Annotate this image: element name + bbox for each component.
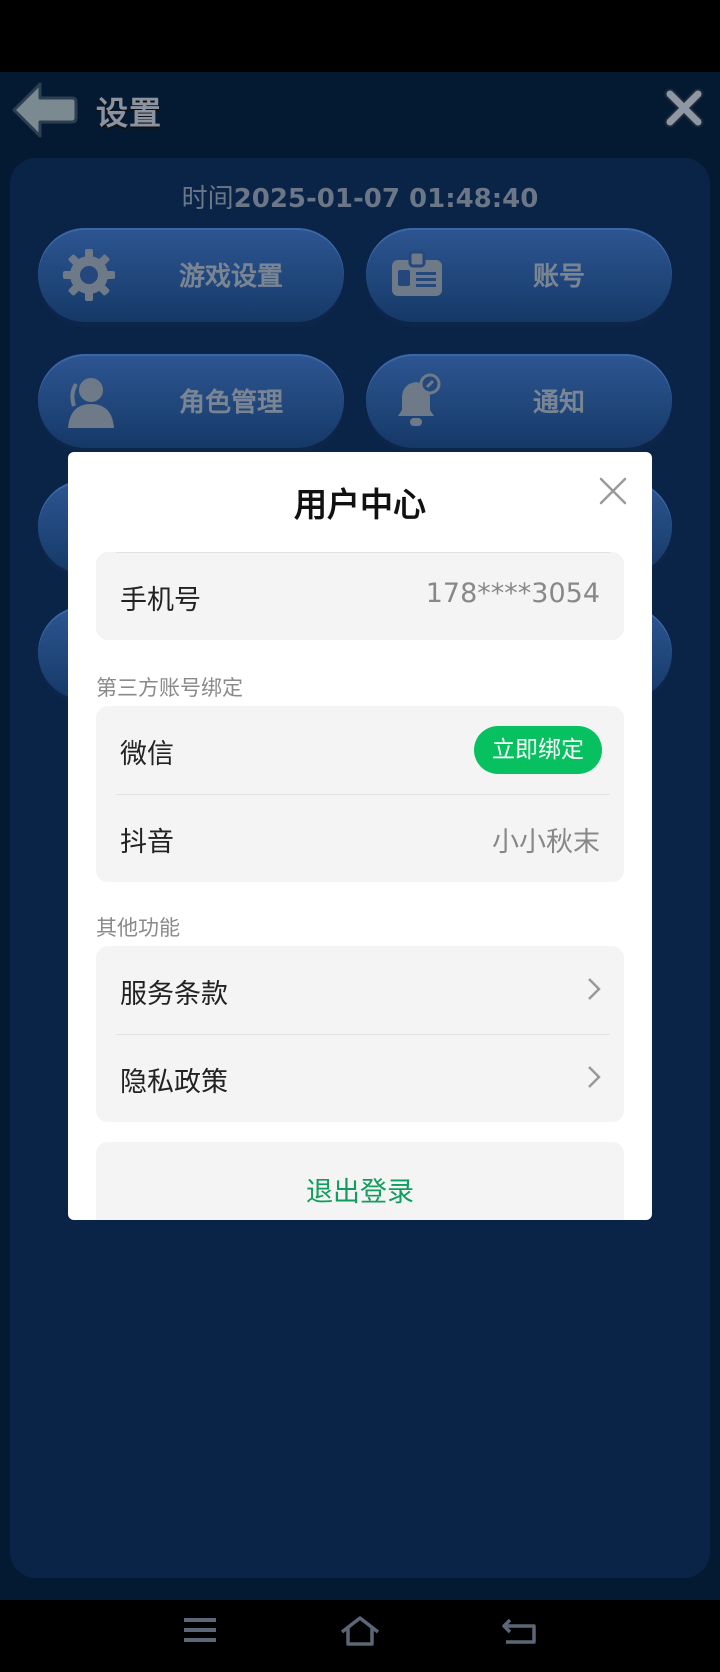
time-label: 时间 <box>181 184 234 214</box>
logout-button[interactable]: 退出登录 <box>96 1142 624 1220</box>
game-settings-label: 游戏设置 <box>178 262 283 292</box>
phone-value: 178****3054 <box>425 578 600 609</box>
bind-wechat-button[interactable]: 立即绑定 <box>474 726 602 774</box>
chevron-right-icon <box>588 978 601 1000</box>
id-card-icon <box>392 250 442 296</box>
top-bar: 设置 <box>0 72 720 152</box>
gear-icon <box>63 249 115 301</box>
role-management-button[interactable]: 角色管理 <box>38 354 344 448</box>
back-arrow-icon[interactable] <box>10 80 78 140</box>
third-party-section-label: 第三方账号绑定 <box>96 676 243 700</box>
game-settings-button[interactable]: 游戏设置 <box>38 228 344 322</box>
dialog-title: 用户中心 <box>294 485 426 524</box>
user-center-dialog: 用户中心 手机号 178****3054 第三方账号绑定 微信 立即绑定 抖音 … <box>68 452 652 1220</box>
chevron-right-icon <box>588 1066 601 1088</box>
home-icon[interactable] <box>340 1614 380 1646</box>
person-icon <box>68 378 114 428</box>
close-icon[interactable] <box>598 476 628 506</box>
notification-button[interactable]: 通知 <box>366 354 672 448</box>
phone-row: 手机号 178****3054 <box>96 552 624 640</box>
menu-icon[interactable] <box>180 1614 220 1646</box>
role-management-label: 角色管理 <box>178 388 283 418</box>
terms-row[interactable]: 服务条款 <box>96 946 624 1034</box>
douyin-row: 抖音 小小秋末 <box>96 794 624 882</box>
time-value: 2025-01-07 01:48:40 <box>233 184 539 214</box>
account-button[interactable]: 账号 <box>366 228 672 322</box>
status-bar <box>0 0 720 72</box>
douyin-label: 抖音 <box>120 827 174 858</box>
other-functions-section-label: 其他功能 <box>96 916 180 940</box>
phone-label: 手机号 <box>120 585 201 616</box>
notification-label: 通知 <box>532 388 585 418</box>
privacy-label: 隐私政策 <box>120 1067 228 1098</box>
bell-icon <box>398 373 441 426</box>
navigation-bar <box>0 1580 720 1672</box>
wechat-row: 微信 立即绑定 <box>96 706 624 794</box>
back-icon[interactable] <box>500 1614 540 1646</box>
phone-card: 手机号 178****3054 <box>96 552 624 640</box>
account-label: 账号 <box>532 262 585 292</box>
wechat-label: 微信 <box>120 739 174 770</box>
logout-label: 退出登录 <box>306 1177 414 1208</box>
time-display: 时间2025-01-07 01:48:40 <box>10 178 710 215</box>
settings-title: 设置 <box>96 94 163 132</box>
douyin-value: 小小秋末 <box>492 827 600 858</box>
third-party-card: 微信 立即绑定 抖音 小小秋末 <box>96 706 624 882</box>
other-functions-card: 服务条款 隐私政策 <box>96 946 624 1122</box>
privacy-row[interactable]: 隐私政策 <box>96 1034 624 1122</box>
close-icon[interactable] <box>664 88 704 128</box>
terms-label: 服务条款 <box>120 979 228 1010</box>
